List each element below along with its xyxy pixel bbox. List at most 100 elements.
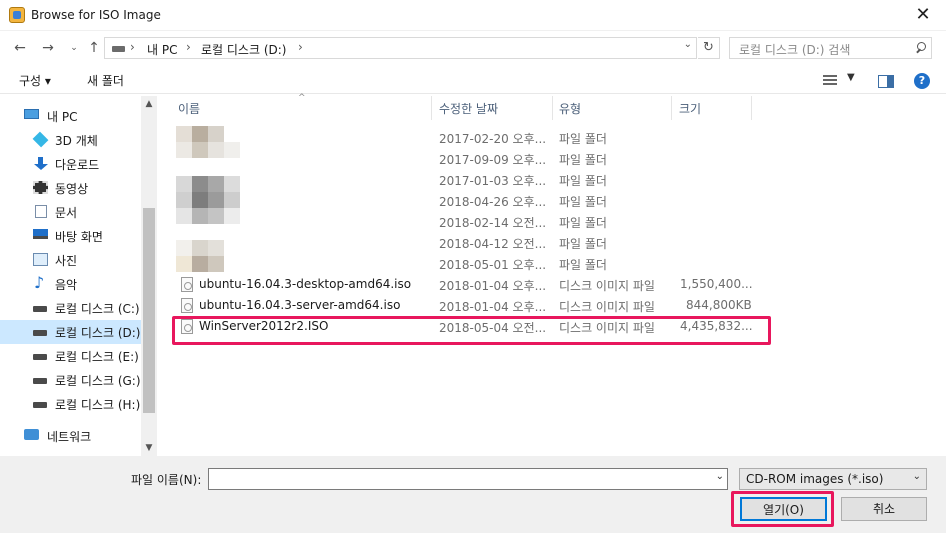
back-arrow-icon[interactable]: ← [9, 37, 31, 59]
sidebar-item-label: 문서 [55, 206, 78, 220]
help-icon[interactable]: ? [914, 73, 930, 89]
sidebar-item-this-pc[interactable]: 내 PC [0, 104, 141, 128]
view-options-icon[interactable] [823, 75, 837, 87]
file-type: 파일 폴더 [559, 216, 607, 230]
cancel-button[interactable]: 취소 [841, 497, 927, 521]
scrollbar-thumb[interactable] [143, 208, 155, 413]
list-item[interactable]: ubuntu-16.04.3-server-amd64.iso 2018-01-… [175, 295, 775, 316]
list-item[interactable]: 2018-05-01 오후... 파일 폴더 [175, 253, 775, 274]
chevron-down-icon[interactable]: ▼ [141, 440, 157, 456]
file-name: ubuntu-16.04.3-server-amd64.iso [199, 298, 401, 312]
sidebar-item-label: 네트워크 [47, 430, 92, 444]
search-icon[interactable] [915, 42, 926, 53]
sidebar-item-label: 로컬 디스크 (D:) [55, 326, 141, 340]
chevron-down-icon[interactable]: ⌄ [913, 471, 921, 482]
desktop-icon [33, 229, 48, 239]
sidebar-item-label: 로컬 디스크 (E:) [55, 350, 139, 364]
recent-locations-icon[interactable]: ⌄ [63, 37, 85, 59]
network-icon [24, 429, 39, 440]
file-type: 파일 폴더 [559, 132, 607, 146]
sidebar-item-documents[interactable]: 문서 [0, 200, 141, 224]
column-divider[interactable] [751, 96, 752, 120]
download-icon [33, 157, 48, 170]
sidebar-item-network[interactable]: 네트워크 [0, 424, 141, 448]
sort-ascending-icon: ^ [298, 93, 306, 103]
toolbar: 구성 ▾ 새 폴더 ▼ ? [0, 68, 946, 94]
forward-arrow-icon[interactable]: → [37, 37, 59, 59]
sidebar-item-desktop[interactable]: 바탕 화면 [0, 224, 141, 248]
search-input[interactable]: 로컬 디스크 (D:) 검색 [729, 37, 932, 59]
chevron-right-icon[interactable]: › [130, 40, 135, 54]
sidebar-item-pictures[interactable]: 사진 [0, 248, 141, 272]
sidebar-item-label: 동영상 [55, 182, 89, 196]
sidebar-item-videos[interactable]: 동영상 [0, 176, 141, 200]
sidebar-item-label: 내 PC [47, 110, 78, 124]
file-date: 2018-01-04 오후... [439, 300, 547, 314]
list-item[interactable]: 2018-04-26 오후... 파일 폴더 [175, 190, 775, 211]
up-arrow-icon[interactable]: ↑ [83, 37, 105, 59]
document-icon [35, 205, 47, 218]
sidebar-item-label: 로컬 디스크 (C:) [55, 302, 140, 316]
file-date: 2018-01-04 오후... [439, 279, 547, 293]
column-header-modified[interactable]: 수정한 날짜 [439, 100, 498, 117]
column-header-size[interactable]: 크기 [679, 100, 701, 117]
chevron-right-icon[interactable]: › [186, 40, 191, 54]
sidebar-item-label: 바탕 화면 [55, 230, 103, 244]
sidebar-item-drive-e[interactable]: 로컬 디스크 (E:) [0, 344, 141, 368]
list-item[interactable]: 2017-01-03 오후... 파일 폴더 [175, 169, 775, 190]
highlight-annotation [172, 316, 771, 345]
sidebar-item-downloads[interactable]: 다운로드 [0, 152, 141, 176]
chevron-down-icon[interactable]: ⌄ [684, 39, 692, 50]
organize-button[interactable]: 구성 ▾ [19, 72, 51, 89]
chevron-down-icon[interactable]: ⌄ [716, 471, 724, 482]
file-date: 2018-02-14 오전... [439, 216, 547, 230]
list-item[interactable]: 2018-02-14 오전... 파일 폴더 [175, 211, 775, 232]
sidebar-item-label: 로컬 디스크 (G:) [55, 374, 141, 388]
close-icon[interactable]: ✕ [908, 2, 938, 28]
refresh-icon[interactable]: ↻ [698, 37, 720, 59]
sidebar-item-label: 3D 개체 [55, 134, 98, 148]
list-item[interactable]: 2017-09-09 오후... 파일 폴더 [175, 148, 775, 169]
sidebar-item-drive-d[interactable]: 로컬 디스크 (D:) [0, 320, 141, 344]
drive-icon [33, 354, 47, 360]
list-item[interactable]: 2018-04-12 오전... 파일 폴더 [175, 232, 775, 253]
file-type: 파일 폴더 [559, 174, 607, 188]
disc-image-file-icon [181, 277, 193, 292]
sidebar-item-drive-g[interactable]: 로컬 디스크 (G:) [0, 368, 141, 392]
list-item[interactable]: 2017-02-20 오후... 파일 폴더 [175, 127, 775, 148]
chevron-up-icon[interactable]: ▲ [141, 96, 157, 112]
new-folder-button[interactable]: 새 폴더 [87, 72, 124, 89]
chevron-right-icon[interactable]: › [298, 40, 303, 54]
app-icon [9, 7, 25, 23]
column-divider[interactable] [431, 96, 432, 120]
music-icon [33, 273, 48, 292]
column-divider[interactable] [671, 96, 672, 120]
breadcrumb-this-pc[interactable]: 내 PC [147, 41, 177, 58]
sidebar-item-label: 음악 [55, 278, 78, 292]
disc-image-file-icon [181, 298, 193, 313]
file-type: 파일 폴더 [559, 237, 607, 251]
sidebar-item-3d-objects[interactable]: 3D 개체 [0, 128, 141, 152]
preview-pane-icon[interactable] [878, 75, 894, 88]
sidebar-item-drive-c[interactable]: 로컬 디스크 (C:) [0, 296, 141, 320]
sidebar-item-drive-h[interactable]: 로컬 디스크 (H:) [0, 392, 141, 416]
file-type-filter[interactable]: CD-ROM images (*.iso) ⌄ [739, 468, 927, 490]
sidebar-item-label: 로컬 디스크 (H:) [55, 398, 141, 412]
drive-icon [112, 46, 125, 52]
drive-icon [33, 306, 47, 312]
chevron-down-icon[interactable]: ▼ [847, 72, 855, 83]
sidebar-item-label: 다운로드 [55, 158, 100, 172]
list-item[interactable]: ubuntu-16.04.3-desktop-amd64.iso 2018-01… [175, 274, 775, 295]
breadcrumb-drive-d[interactable]: 로컬 디스크 (D:) [201, 41, 286, 58]
file-date: 2018-05-01 오후... [439, 258, 547, 272]
address-bar[interactable]: › 내 PC › 로컬 디스크 (D:) › ⌄ [104, 37, 697, 59]
column-header-type[interactable]: 유형 [559, 100, 581, 117]
column-divider[interactable] [552, 96, 553, 120]
file-date: 2017-01-03 오후... [439, 174, 547, 188]
file-date: 2017-09-09 오후... [439, 153, 547, 167]
column-header-name[interactable]: 이름 [178, 100, 200, 117]
sidebar-item-music[interactable]: 음악 [0, 272, 141, 296]
filename-field[interactable]: ⌄ [208, 468, 728, 490]
sidebar-scrollbar[interactable]: ▲ ▼ [141, 96, 157, 456]
file-date: 2018-04-26 오후... [439, 195, 547, 209]
